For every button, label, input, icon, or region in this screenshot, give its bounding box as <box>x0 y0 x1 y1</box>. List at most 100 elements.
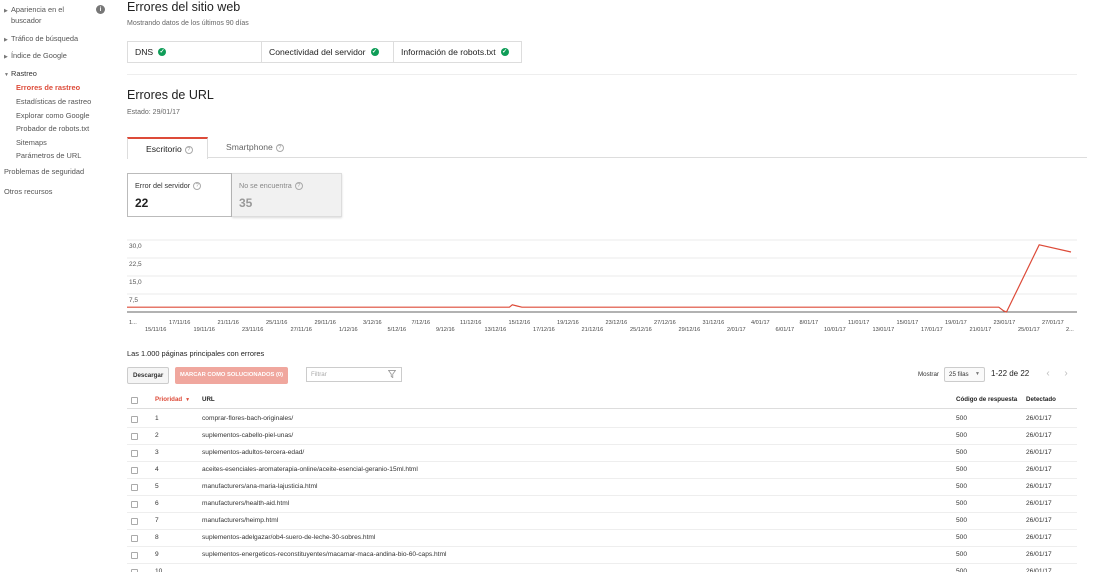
x-tick-label: 27/01/17 <box>1042 320 1064 326</box>
cell-url[interactable]: suplementos-energeticos-reconstituyentes… <box>202 551 446 558</box>
metric-value: 35 <box>239 196 253 210</box>
sidebar-item-trafico[interactable]: ▶ Tráfico de búsqueda <box>4 34 78 45</box>
x-tick-label: 25/11/16 <box>266 320 287 326</box>
y-tick-label: 15,0 <box>129 279 142 286</box>
table-row[interactable]: 7 manufacturers/heimp.html 500 26/01/17 <box>127 513 1077 530</box>
cell-priority: 4 <box>155 466 159 473</box>
cell-code: 500 <box>956 415 968 422</box>
cell-url[interactable]: comprar-flores-bach-originales/ <box>202 415 293 422</box>
mark-fixed-button[interactable]: MARCAR COMO SOLUCIONADOS (0) <box>175 367 289 384</box>
status-conectividad[interactable]: Conectividad del servidor ✓ <box>262 42 394 62</box>
x-tick-label: 13/01/17 <box>873 327 895 333</box>
x-tick-label: 8/01/17 <box>800 320 819 326</box>
tab-escritorio[interactable]: Escritorio? <box>127 137 208 159</box>
cell-url[interactable]: manufacturers/heimp.html <box>202 517 278 524</box>
cell-code: 500 <box>956 432 968 439</box>
metric-server-error[interactable]: Error del servidor? 22 <box>127 173 232 217</box>
sidebar-item-apariencia[interactable]: ▶ Apariencia en el buscador <box>4 5 64 25</box>
next-page-button[interactable]: › <box>1059 366 1073 382</box>
y-tick-label: 22,5 <box>129 261 142 268</box>
tab-label: Escritorio <box>146 144 182 154</box>
cell-url[interactable]: suplementos-adelgazar/ob4-suero-de-leche… <box>202 534 375 541</box>
sidebar-sub-probador[interactable]: Probador de robots.txt <box>16 124 89 133</box>
x-tick-label: 11/12/16 <box>460 320 481 326</box>
row-checkbox[interactable] <box>131 535 138 542</box>
status-robots[interactable]: Información de robots.txt ✓ <box>394 42 521 62</box>
check-icon: ✓ <box>158 48 167 56</box>
x-tick-label: 23/11/16 <box>242 327 263 333</box>
table-row[interactable]: 5 manufacturers/ana-maria-lajusticia.html… <box>127 479 1077 496</box>
sidebar-item-seguridad[interactable]: Problemas de seguridad <box>4 167 84 176</box>
series-line <box>127 244 1072 313</box>
filter-input[interactable]: Filtrar <box>306 367 402 382</box>
x-tick-label: 19/11/16 <box>194 327 215 333</box>
row-checkbox[interactable] <box>131 467 138 474</box>
row-checkbox[interactable] <box>131 416 138 423</box>
table-row[interactable]: 6 manufacturers/health-aid.html 500 26/01/1… <box>127 496 1077 513</box>
header-code[interactable]: Código de respuesta <box>956 396 1017 403</box>
row-checkbox[interactable] <box>131 518 138 525</box>
check-icon: ✓ <box>500 48 509 56</box>
sidebar-item-indice[interactable]: ▶ Índice de Google <box>4 51 67 62</box>
header-url[interactable]: URL <box>202 396 215 403</box>
sidebar-item-label: Tráfico de búsqueda <box>11 34 79 43</box>
download-button[interactable]: Descargar <box>127 367 170 384</box>
help-icon[interactable]: ? <box>275 144 284 152</box>
chevron-right-icon: ▶ <box>4 37 8 43</box>
table-row[interactable]: 3 suplementos-adultos-tercera-edad/500 26/… <box>127 445 1077 462</box>
filter-placeholder: Filtrar <box>311 371 327 378</box>
x-tick-label: 23/12/16 <box>606 320 628 326</box>
info-icon[interactable]: i <box>96 5 105 14</box>
y-tick-label: 7,5 <box>129 297 138 304</box>
caret-down-icon: ▼ <box>975 371 980 377</box>
row-checkbox[interactable] <box>131 433 138 440</box>
header-detected[interactable]: Detectado <box>1026 396 1056 403</box>
row-checkbox[interactable] <box>131 552 138 559</box>
sidebar-sub-explorar[interactable]: Explorar como Google <box>16 111 90 120</box>
table-row[interactable]: 1 comprar-flores-bach-originales/500 26/01… <box>127 411 1077 428</box>
device-tabs: Escritorio? Smartphone? <box>127 137 1087 159</box>
sidebar-item-rastreo[interactable]: ▼ Rastreo <box>4 69 37 80</box>
help-icon[interactable]: ? <box>193 182 202 190</box>
cell-priority: 3 <box>155 449 159 456</box>
cell-url[interactable]: suplementos-cabello-piel-unas/ <box>202 432 293 439</box>
cell-url[interactable]: manufacturers/health-aid.html <box>202 500 289 507</box>
header-priority[interactable]: Prioridad ▼ <box>155 396 190 403</box>
cell-url[interactable]: manufacturers/ana-maria-lajusticia.html <box>202 483 317 490</box>
x-tick-label: 29/12/16 <box>679 327 701 333</box>
sidebar-sub-estadisticas[interactable]: Estadísticas de rastreo <box>16 97 91 106</box>
cell-code: 500 <box>956 568 968 572</box>
help-icon[interactable]: ? <box>294 182 303 190</box>
sidebar-sub-errores-rastreo[interactable]: Errores de rastreo <box>16 83 80 92</box>
table-row[interactable]: 9 suplementos-energeticos-reconstituyente… <box>127 547 1077 564</box>
sidebar-item-otros[interactable]: Otros recursos <box>4 187 52 196</box>
cell-url[interactable]: aceites-esenciales-aromaterapia-online/a… <box>202 466 418 473</box>
prev-page-button[interactable]: ‹ <box>1041 366 1055 382</box>
status-dns[interactable]: DNS ✓ <box>128 42 262 62</box>
x-tick-label: 21/01/17 <box>970 327 992 333</box>
row-checkbox[interactable] <box>131 450 138 457</box>
cell-detected: 26/01/17 <box>1026 568 1052 572</box>
sidebar-sub-parametros[interactable]: Parámetros de URL <box>16 151 81 160</box>
table-row[interactable]: 10 500 26/01/17 <box>127 564 1077 572</box>
tab-smartphone[interactable]: Smartphone? <box>208 137 284 158</box>
table-row[interactable]: 2 suplementos-cabello-piel-unas/500 26/01/… <box>127 428 1077 445</box>
cell-code: 500 <box>956 551 968 558</box>
row-checkbox[interactable] <box>131 501 138 508</box>
row-checkbox[interactable] <box>131 484 138 491</box>
metric-not-found[interactable]: No se encuentra? 35 <box>232 173 342 217</box>
rows-per-page-select[interactable]: 25 filas ▼ <box>944 367 985 382</box>
cell-url[interactable]: suplementos-adultos-tercera-edad/ <box>202 449 304 456</box>
table-row[interactable]: 4 aceites-esenciales-aromaterapia-online/… <box>127 462 1077 479</box>
x-tick-label: 27/12/16 <box>654 320 676 326</box>
x-tick-label: 17/12/16 <box>533 327 555 333</box>
table-row[interactable]: 8 suplementos-adelgazar/ob4-suero-de-lech… <box>127 530 1077 547</box>
x-tick-label: 17/11/16 <box>169 320 190 326</box>
select-all-checkbox[interactable] <box>131 397 138 404</box>
sidebar-item-label: Apariencia en el <box>11 5 65 14</box>
sidebar: ▶ Apariencia en el buscador i ▶ Tráfico de… <box>0 0 115 572</box>
sidebar-sub-sitemaps[interactable]: Sitemaps <box>16 138 47 147</box>
help-icon[interactable]: ? <box>184 146 193 154</box>
x-tick-label: 25/12/16 <box>630 327 652 333</box>
cell-detected: 26/01/17 <box>1026 483 1052 490</box>
